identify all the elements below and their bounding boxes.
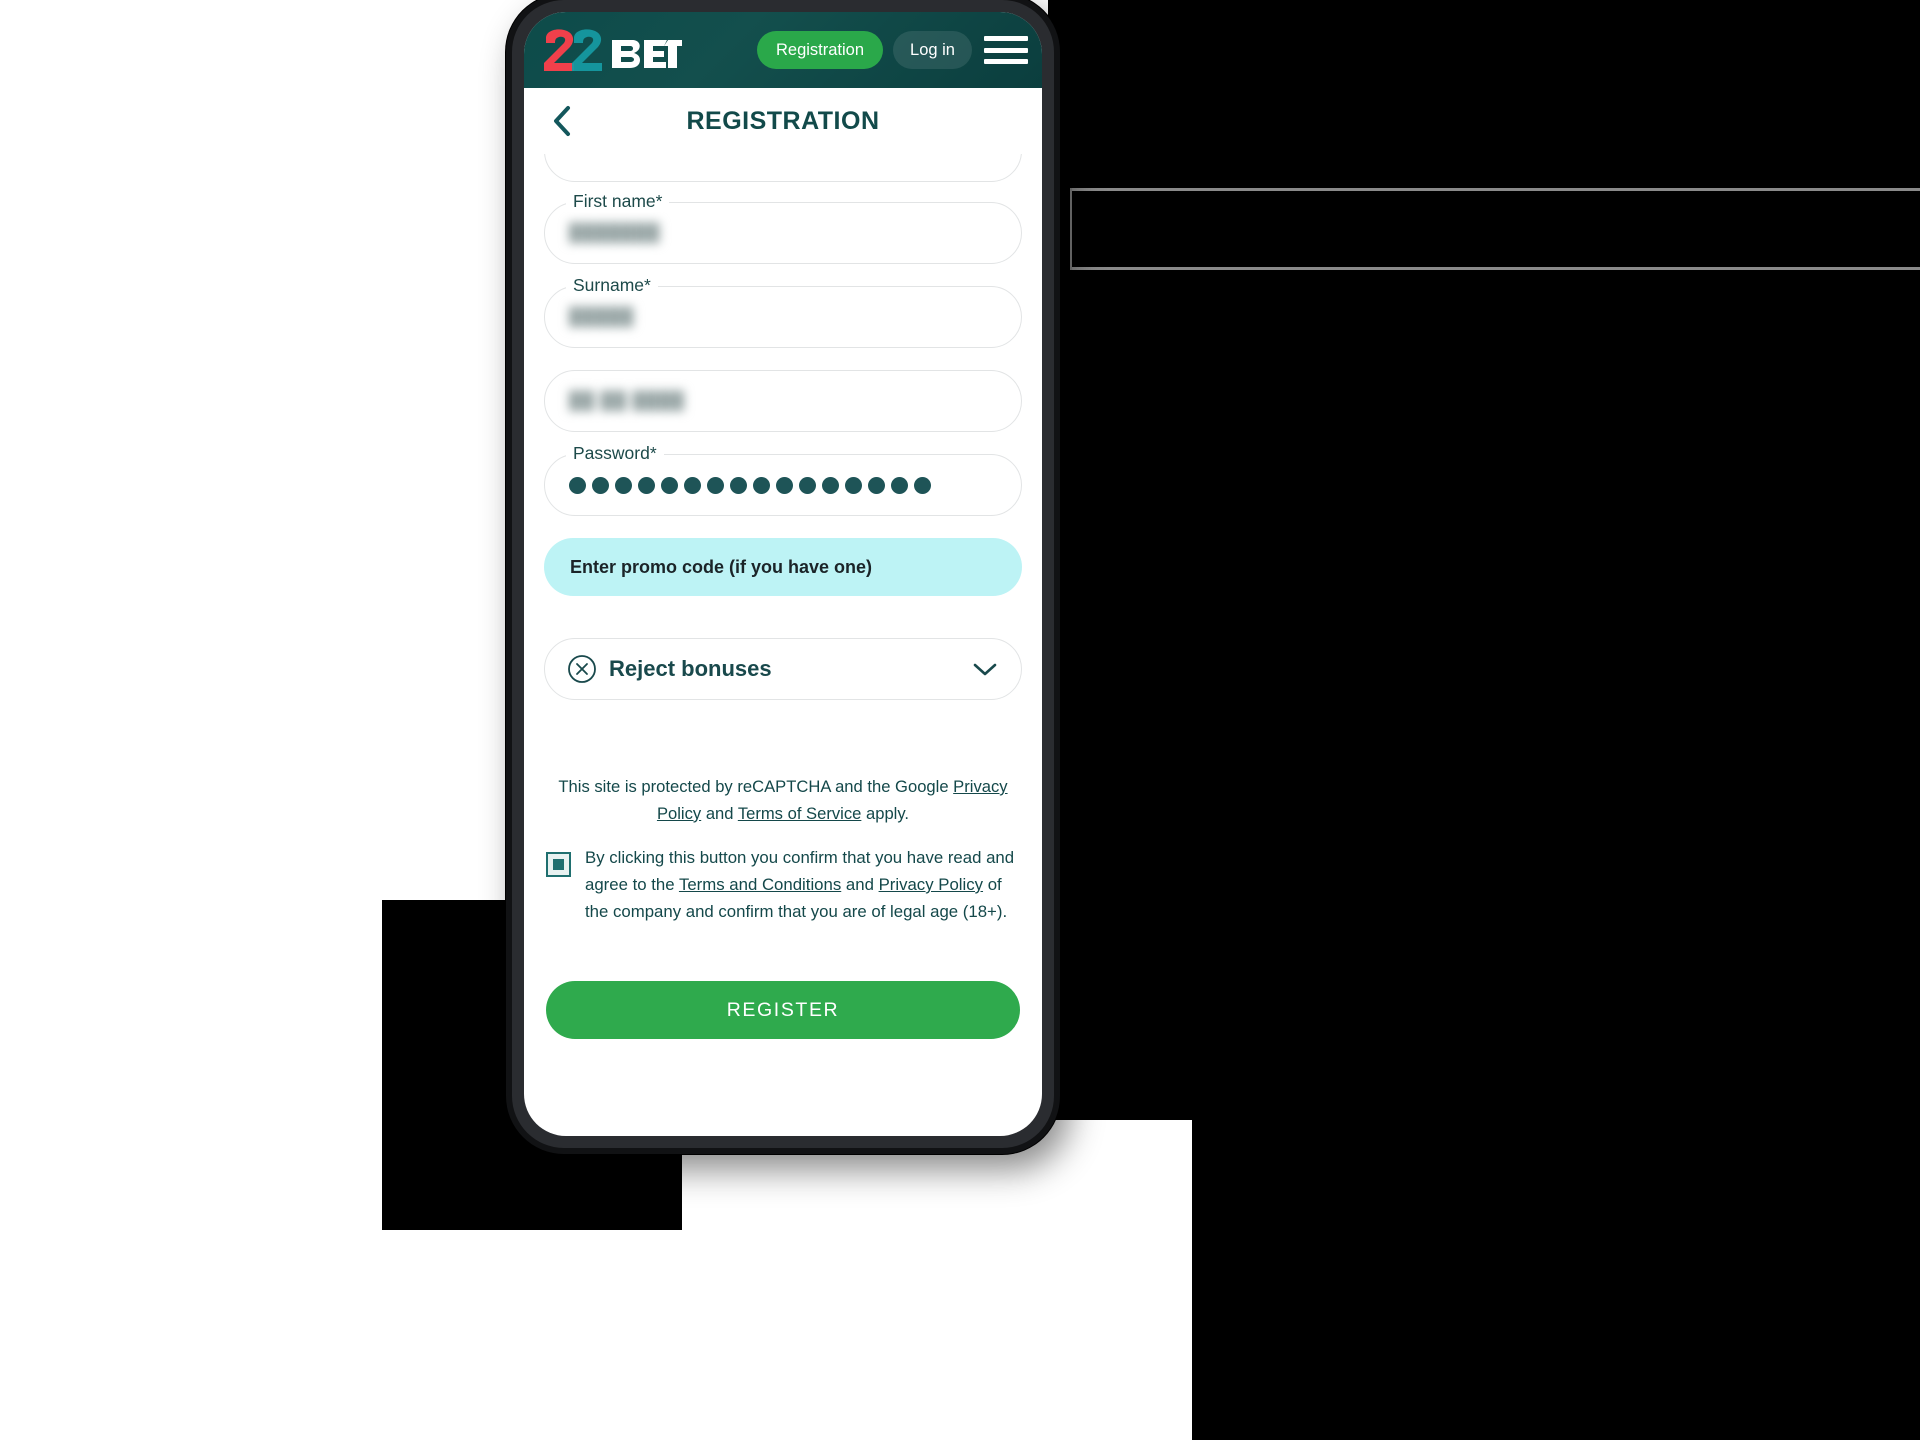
chevron-down-icon[interactable] <box>971 660 999 678</box>
field-label-first-name: First name* <box>566 191 670 212</box>
page-title: REGISTRATION <box>686 106 880 135</box>
background-shape-right <box>1048 0 1920 1120</box>
recaptcha-and: and <box>701 803 738 823</box>
password-dot <box>730 476 747 494</box>
terms-agreement-text: By clicking this button you confirm that… <box>585 844 1020 926</box>
hamburger-bar-3 <box>984 59 1028 64</box>
phone-mockup: Registration Log in REGISTRATION First n… <box>506 0 1060 1154</box>
password-dot <box>569 476 586 494</box>
field-surname[interactable]: Surname* █████ <box>544 275 1022 348</box>
terms-and-conditions-link[interactable]: Terms and Conditions <box>679 875 841 894</box>
terms-mid: and <box>841 874 879 894</box>
field-box-cropped[interactable] <box>544 154 1022 182</box>
login-button[interactable]: Log in <box>893 30 972 70</box>
field-box-date-of-birth[interactable]: ██ ██ ████ <box>544 370 1022 432</box>
password-dot <box>891 476 908 494</box>
background-shape-right-lower <box>1192 1100 1920 1440</box>
hamburger-menu-icon[interactable] <box>984 32 1028 68</box>
recaptcha-prefix: This site is protected by reCAPTCHA and … <box>558 777 954 796</box>
label-text-first-name: First name <box>573 191 656 211</box>
label-text-surname: Surname <box>573 275 645 295</box>
field-password[interactable]: Password* <box>544 443 1022 516</box>
password-dot <box>684 476 701 494</box>
field-value-date-of-birth: ██ ██ ████ <box>569 391 685 410</box>
password-dot <box>845 476 862 494</box>
register-button[interactable]: REGISTER <box>546 981 1020 1040</box>
password-dot <box>753 476 770 494</box>
field-first-name[interactable]: First name* ███████ <box>544 191 1022 264</box>
password-dot <box>707 476 724 494</box>
password-masked-value <box>569 476 931 494</box>
recaptcha-terms-of-service-link[interactable]: Terms of Service <box>738 804 862 823</box>
screenshot-canvas: Registration Log in REGISTRATION First n… <box>0 0 1920 1440</box>
field-label-password: Password* <box>566 443 664 464</box>
required-marker-password: * <box>649 443 657 463</box>
password-dot <box>914 476 931 494</box>
terms-agreement-row: By clicking this button you confirm that… <box>546 844 1020 926</box>
field-cropped-above[interactable] <box>544 154 1022 182</box>
promo-code-toggle[interactable]: Enter promo code (if you have one) <box>544 538 1022 596</box>
password-dot <box>615 476 632 494</box>
password-dot <box>868 476 885 494</box>
password-dot <box>638 476 655 494</box>
background-shape-notch-strip <box>1058 188 1920 270</box>
registration-form: First name* ███████ Surname* █████ ██ ██… <box>524 154 1042 700</box>
privacy-policy-link[interactable]: Privacy Policy <box>879 875 983 894</box>
bonus-select-label: Reject bonuses <box>609 656 772 681</box>
legal-section: This site is protected by reCAPTCHA and … <box>524 774 1042 925</box>
password-dot <box>799 476 816 494</box>
required-marker-surname: * <box>644 275 651 295</box>
registration-button[interactable]: Registration <box>756 30 884 70</box>
circle-x-icon <box>568 655 596 683</box>
promo-code-label: Enter promo code (if you have one) <box>570 556 873 577</box>
password-dot <box>661 476 678 494</box>
page-title-bar: REGISTRATION <box>524 88 1042 154</box>
background-shape-notch-tab <box>1058 188 1072 270</box>
field-value-first-name: ███████ <box>569 223 661 242</box>
brand-logo[interactable] <box>540 28 682 72</box>
bonus-select[interactable]: Reject bonuses <box>544 638 1022 700</box>
recaptcha-notice: This site is protected by reCAPTCHA and … <box>546 774 1020 828</box>
field-value-surname: █████ <box>569 307 635 326</box>
chevron-left-icon <box>554 106 570 136</box>
register-button-wrap: REGISTER <box>524 981 1042 1040</box>
required-marker-first-name: * <box>655 191 663 211</box>
password-dot <box>776 476 793 494</box>
field-date-of-birth[interactable]: ██ ██ ████ <box>544 370 1022 432</box>
checkbox-check-mark <box>553 858 564 870</box>
app-header: Registration Log in <box>524 12 1042 88</box>
hamburger-bar-1 <box>984 36 1028 41</box>
password-dot <box>592 476 609 494</box>
logo-22bet-icon <box>544 29 682 71</box>
hamburger-bar-2 <box>984 47 1028 53</box>
terms-checkbox[interactable] <box>546 851 571 877</box>
phone-screen: Registration Log in REGISTRATION First n… <box>524 12 1042 1136</box>
password-dot <box>822 476 839 494</box>
recaptcha-suffix: apply. <box>861 803 910 823</box>
label-text-password: Password <box>573 443 650 463</box>
back-button[interactable] <box>544 101 580 141</box>
field-label-surname: Surname* <box>566 275 658 296</box>
